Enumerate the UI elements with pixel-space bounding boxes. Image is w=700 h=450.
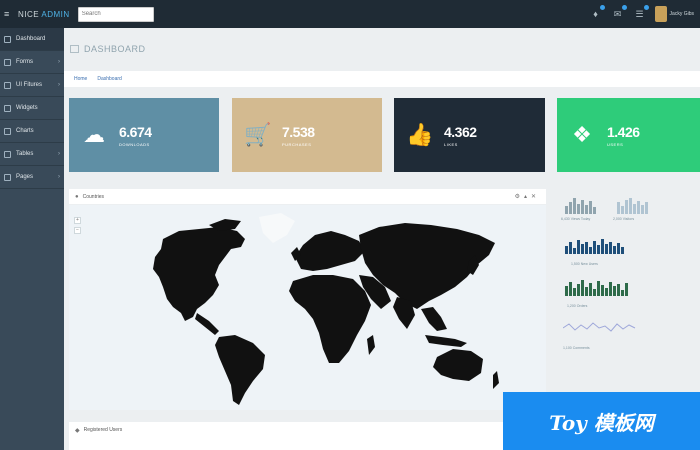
breadcrumb-dashboard[interactable]: Dashboard — [97, 76, 121, 82]
map-region-south-america — [215, 335, 265, 405]
cloud-download-icon: ☁ — [83, 122, 105, 147]
mail-icon[interactable]: ✉ — [611, 5, 627, 21]
sidebar-item-forms[interactable]: Forms › — [0, 51, 64, 74]
sidebar-item-tables[interactable]: Tables › — [0, 143, 64, 166]
map-region-madagascar — [367, 335, 375, 355]
brand-accent: ADMIN — [41, 9, 70, 19]
sparkline-comments — [563, 322, 636, 332]
chevron-right-icon: › — [58, 59, 60, 65]
watermark-text: Toy 模板网 — [549, 410, 654, 435]
users-icon: ◆ — [75, 427, 80, 434]
panel-title: Registered Users — [83, 427, 123, 433]
sparkline-label: 6,430 Views Today — [561, 217, 591, 221]
brand-logo[interactable]: NICE ADMIN — [18, 10, 70, 19]
sparkline-stats: 6,430 Views Today 2,000 Visitors 1,500 N… — [553, 190, 700, 360]
map-region-north-america — [153, 227, 245, 321]
map-region-southeast-asia — [421, 307, 447, 331]
chart-icon — [4, 127, 11, 135]
world-map[interactable]: + − — [69, 205, 546, 410]
sidebar-item-label: Pages — [16, 174, 34, 180]
sparkline-label: 1,500 New Users — [571, 262, 598, 266]
map-region-new-zealand — [493, 371, 499, 389]
stat-card-likes[interactable]: 👍 4.362 LIKES — [394, 98, 545, 172]
cubes-icon: ❖ — [572, 122, 592, 147]
sparkline-new-users — [565, 239, 624, 254]
sparkline-label: 2,000 Visitors — [613, 217, 635, 221]
brand-name: NICE — [18, 9, 40, 19]
panel-header: ● Countries ⚙▴✕ — [69, 189, 546, 205]
registered-users-panel: ◆ Registered Users — [69, 422, 569, 450]
stat-value: 1.426 — [607, 123, 640, 140]
sparkline-views — [565, 198, 596, 214]
countries-panel: ● Countries ⚙▴✕ + − — [69, 189, 546, 410]
laptop-icon — [70, 45, 79, 53]
pages-icon — [4, 173, 11, 181]
page-header: DASHBOARD — [64, 36, 700, 62]
sidebar-item-dashboard[interactable]: Dashboard — [0, 28, 64, 51]
map-region-greenland — [259, 213, 295, 243]
sidebar-item-label: Forms — [16, 59, 33, 65]
stat-card-downloads[interactable]: ☁ 6.674 DOWNLOADS — [69, 98, 219, 172]
zoom-in-button[interactable]: + — [74, 217, 81, 224]
sparkline-visitors — [617, 198, 648, 214]
map-region-indonesia — [425, 335, 467, 347]
stat-card-purchases[interactable]: 🛒 7.538 PURCHASES — [232, 98, 382, 172]
map-region-australia — [433, 349, 483, 381]
stat-label: PURCHASES — [282, 141, 312, 147]
sparkline-label: 1,200 Orders — [567, 304, 588, 308]
stat-value: 6.674 — [119, 123, 152, 140]
sparkline-label: 1,100 Comments — [563, 346, 590, 350]
chevron-right-icon: › — [58, 151, 60, 157]
sidebar-item-charts[interactable]: Charts — [0, 120, 64, 143]
thumbs-up-icon: 👍 — [406, 122, 434, 147]
sidebar-item-label: Tables — [16, 151, 34, 157]
watermark: Toy 模板网 — [503, 392, 700, 450]
zoom-out-button[interactable]: − — [74, 227, 81, 234]
map-region-europe — [295, 231, 365, 271]
sidebar-item-pages[interactable]: Pages › — [0, 166, 64, 189]
avatar[interactable] — [654, 6, 667, 22]
chevron-right-icon: › — [58, 82, 60, 88]
stat-value: 7.538 — [282, 123, 315, 140]
map-region-central-america — [195, 313, 219, 335]
tasks-icon[interactable]: ☰ — [633, 5, 649, 21]
top-navbar: ≡ NICE ADMIN ♦ ✉ ☰ Jacky Gibs — [0, 0, 700, 28]
sidebar-item-label: Charts — [16, 128, 34, 134]
chevron-right-icon: › — [58, 174, 60, 180]
sidebar-item-label: Widgets — [16, 105, 38, 111]
bell-icon[interactable]: ♦ — [589, 5, 605, 21]
sidebar: Dashboard Forms › UI Fitures › Widgets C… — [0, 28, 64, 450]
menu-toggle-icon[interactable]: ≡ — [4, 9, 14, 19]
stat-label: DOWNLOADS — [119, 141, 150, 147]
stat-label: USERS — [607, 141, 624, 147]
table-icon — [4, 150, 11, 158]
laptop-icon — [4, 81, 11, 89]
panel-title: Countries — [82, 193, 105, 200]
breadcrumb-home[interactable]: Home — [74, 76, 87, 82]
sidebar-item-label: UI Fitures — [16, 82, 43, 88]
breadcrumb: Home Dashboard — [64, 71, 700, 87]
sparkline-orders — [565, 280, 628, 296]
page-title: DASHBOARD — [84, 44, 146, 54]
stat-label: LIKES — [444, 141, 458, 147]
sidebar-item-widgets[interactable]: Widgets — [0, 97, 64, 120]
world-map-svg — [153, 213, 499, 405]
widget-icon — [4, 104, 11, 112]
stat-value: 4.362 — [444, 123, 477, 140]
map-region-africa — [289, 275, 371, 363]
sidebar-item-label: Dashboard — [16, 36, 46, 42]
panel-header: ◆ Registered Users — [69, 422, 569, 438]
home-icon — [4, 35, 11, 43]
globe-icon: ● — [75, 193, 79, 200]
cart-icon: 🛒 — [244, 122, 272, 147]
form-icon — [4, 58, 11, 66]
stat-card-users[interactable]: ❖ 1.426 USERS — [557, 98, 700, 172]
sidebar-item-ui-features[interactable]: UI Fitures › — [0, 74, 64, 97]
username[interactable]: Jacky Gibs — [670, 11, 694, 17]
search-input[interactable] — [77, 6, 154, 22]
panel-tools[interactable]: ⚙▴✕ — [515, 193, 540, 200]
